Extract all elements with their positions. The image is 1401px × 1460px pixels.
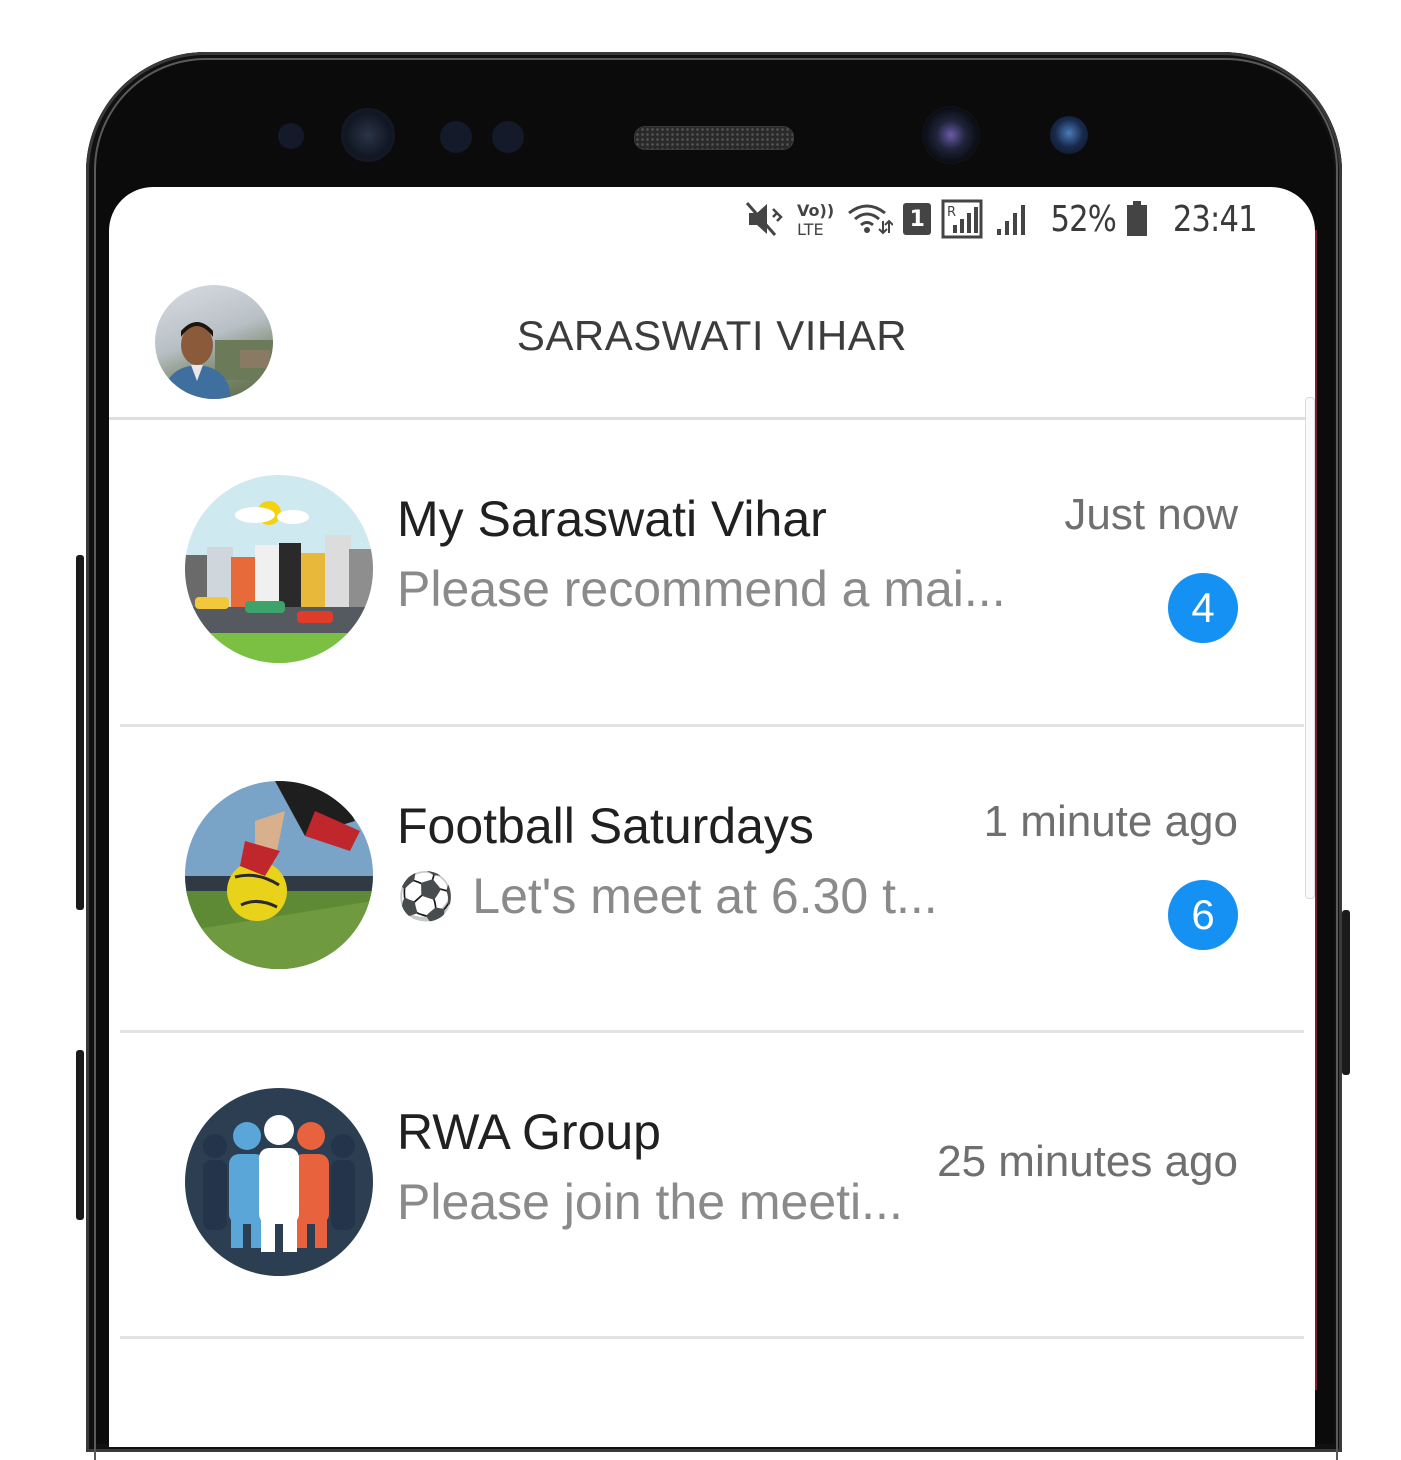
phone-screen: Vo)) LTE 1 R 52% 23:41 SARASWATI VIHAR M… xyxy=(109,187,1315,1447)
power-button xyxy=(1342,910,1350,1075)
svg-text:LTE: LTE xyxy=(797,220,824,238)
roaming-signal-icon: R xyxy=(941,199,985,239)
volume-button xyxy=(76,555,84,910)
scrollbar[interactable] xyxy=(1305,397,1315,899)
chat-avatar-football xyxy=(185,781,373,969)
mute-icon xyxy=(745,201,785,237)
battery-icon xyxy=(1126,201,1148,237)
chat-name: Football Saturdays xyxy=(397,798,814,854)
svg-text:R: R xyxy=(947,205,956,220)
chat-time: Just now xyxy=(1064,490,1238,539)
chat-name: My Saraswati Vihar xyxy=(397,491,827,547)
bixby-button xyxy=(76,1050,84,1220)
earpiece-speaker xyxy=(634,126,794,150)
chat-preview-text: Let's meet at 6.30 t... xyxy=(472,868,938,924)
svg-text:Vo)): Vo)) xyxy=(797,201,834,220)
ir-sensor xyxy=(492,121,524,153)
chat-preview-text: Please join the meeti... xyxy=(397,1174,903,1230)
proximity-sensor xyxy=(278,123,304,149)
iris-led xyxy=(1050,116,1088,154)
clock: 23:41 xyxy=(1173,198,1258,240)
chat-item-my-saraswati-vihar[interactable]: My Saraswati Vihar Please recommend a ma… xyxy=(120,420,1304,727)
unread-badge: 6 xyxy=(1168,880,1238,950)
chat-time: 1 minute ago xyxy=(983,797,1238,846)
signal-icon xyxy=(995,201,1029,237)
chat-preview: Please join the meeti... xyxy=(397,1173,903,1231)
wifi-icon xyxy=(845,201,894,237)
unread-badge: 4 xyxy=(1168,573,1238,643)
chat-avatar-city xyxy=(185,475,373,663)
chat-name: RWA Group xyxy=(397,1104,661,1160)
light-sensor xyxy=(440,121,472,153)
front-camera xyxy=(922,106,980,164)
volte-icon: Vo)) LTE xyxy=(795,200,835,238)
chat-avatar-group xyxy=(185,1088,373,1276)
chat-preview-text: Please recommend a mai... xyxy=(397,561,1006,617)
status-bar: Vo)) LTE 1 R 52% 23:41 xyxy=(745,197,1258,241)
chat-preview: ⚽ Let's meet at 6.30 t... xyxy=(397,867,938,925)
iris-camera xyxy=(341,108,395,162)
battery-percent: 52% xyxy=(1050,198,1117,240)
chat-item-rwa-group[interactable]: RWA Group Please join the meeti... 25 mi… xyxy=(120,1033,1304,1339)
soccer-ball-icon: ⚽ xyxy=(397,869,455,922)
sim-icon: 1 xyxy=(903,203,932,235)
chat-item-football-saturdays[interactable]: Football Saturdays ⚽ Let's meet at 6.30 … xyxy=(120,727,1304,1033)
app-header: SARASWATI VIHAR xyxy=(109,282,1315,420)
chat-preview: Please recommend a mai... xyxy=(397,560,1006,618)
page-title: SARASWATI VIHAR xyxy=(516,312,908,359)
chat-time: 25 minutes ago xyxy=(937,1137,1238,1186)
chat-list: My Saraswati Vihar Please recommend a ma… xyxy=(120,420,1304,1339)
